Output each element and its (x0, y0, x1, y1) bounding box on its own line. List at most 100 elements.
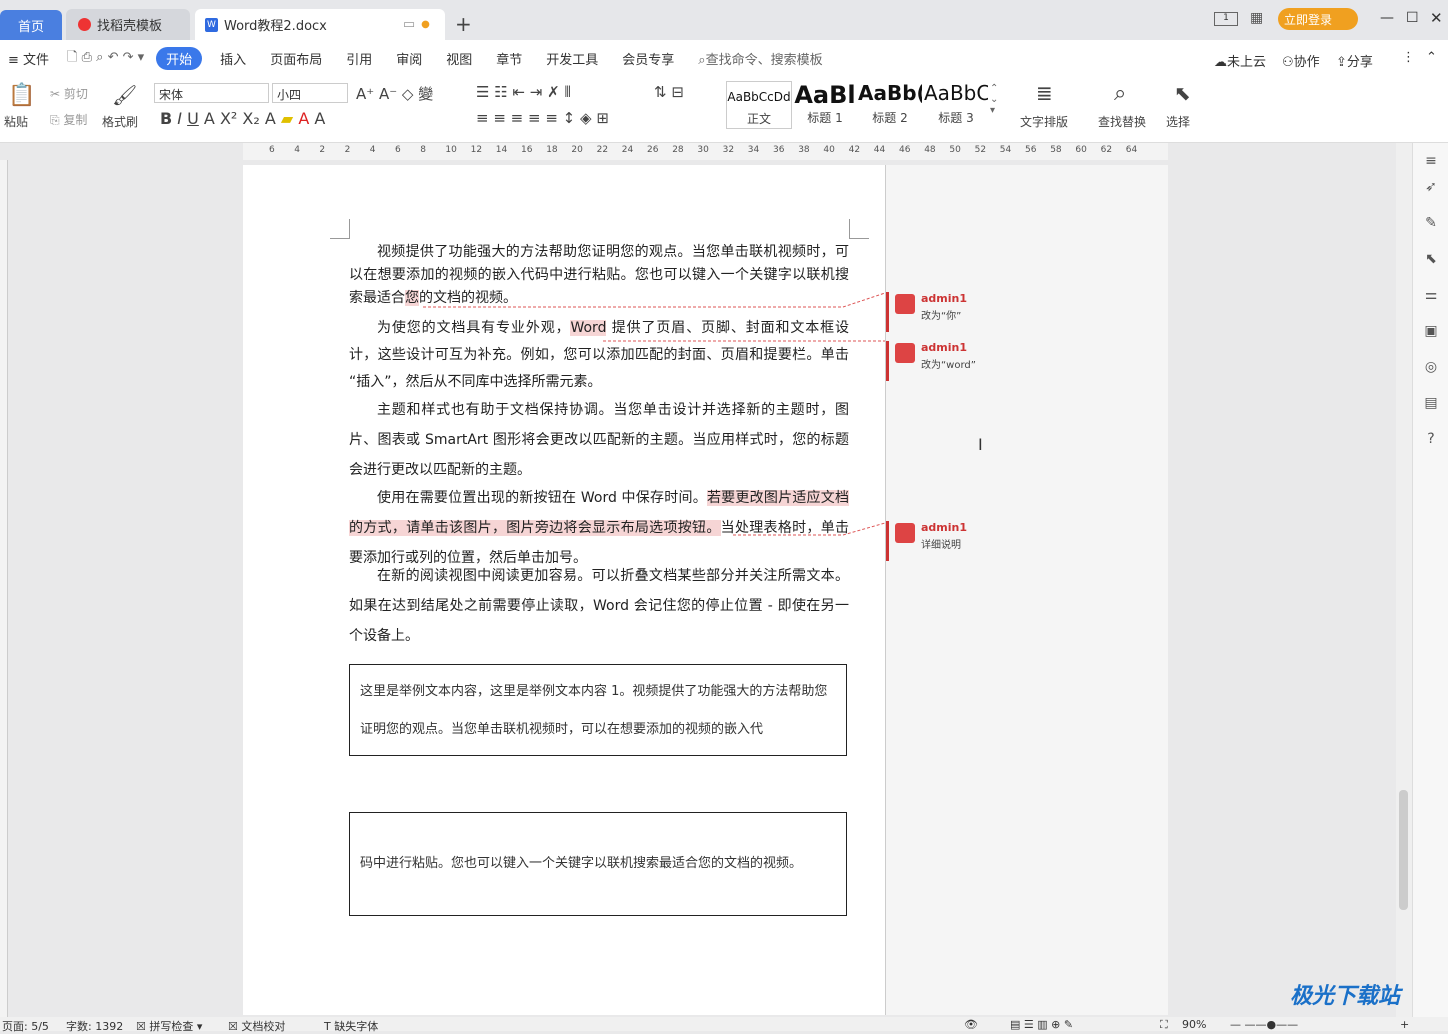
collab-button[interactable]: ⚇协作 (1282, 51, 1320, 70)
fit-icon[interactable]: ⛶ (1160, 1018, 1168, 1032)
style-normal[interactable]: AaBbCcDd 正文 (726, 81, 792, 129)
comment-card[interactable]: admin1 详细说明 (886, 521, 1166, 561)
scrollbar-thumb[interactable] (1399, 790, 1408, 910)
comment-card[interactable]: admin1 改为“你” (886, 292, 1166, 332)
minimize-icon[interactable]: — (1380, 10, 1394, 26)
new-tab-button[interactable]: + (455, 12, 472, 36)
unsaved-dot-icon: ● (421, 19, 430, 30)
ruler-tick: 20 (571, 145, 583, 155)
format-painter-button[interactable]: 格式刷 (102, 113, 138, 130)
text-box[interactable]: 这里是举例文本内容，这里是举例文本内容 1。视频提供了功能强大的方法帮助您证明您… (349, 664, 847, 756)
menu-chapter[interactable]: 章节 (496, 49, 522, 68)
menu-start[interactable]: 开始 (156, 47, 203, 70)
pointer-icon[interactable]: ⬉ (1423, 251, 1439, 267)
monitor-icon[interactable]: ▭ (403, 17, 415, 32)
text-layout-button[interactable]: 文字排版 (1020, 113, 1068, 130)
menu-file[interactable]: 文件 (23, 53, 49, 68)
find-icon[interactable]: ⌕ (1114, 81, 1126, 106)
paste-button[interactable]: 粘贴 (4, 113, 28, 130)
menu-references[interactable]: 引用 (346, 49, 372, 68)
ruler-tick: 38 (798, 145, 810, 155)
missing-font[interactable]: T 缺失字体 (324, 1018, 378, 1034)
document-page[interactable]: 视频提供了功能强大的方法帮助您证明您的观点。当您单击联机视频时，可以在想要添加的… (243, 165, 885, 1015)
font-style-buttons[interactable]: B I U A X² X₂ A ▰ A A (160, 109, 325, 128)
menu-page-layout[interactable]: 页面布局 (270, 49, 322, 68)
proofread[interactable]: ☒ 文档校对 (228, 1018, 285, 1034)
size-select[interactable]: 小四 (272, 83, 348, 103)
copy-button[interactable]: ⎘ 复制 (50, 111, 87, 128)
style-heading1[interactable]: AaBl 标题 1 (794, 81, 856, 129)
styles-scroll-icon[interactable]: ⌃ ⌄ ▾ (990, 83, 998, 116)
menu-view[interactable]: 视图 (446, 49, 472, 68)
tab-document[interactable]: W Word教程2.docx ▭ ● (195, 9, 445, 40)
select-button[interactable]: 选择 (1166, 113, 1190, 130)
cloud-button[interactable]: ☁未上云 (1214, 51, 1266, 70)
quick-access-icons[interactable]: 🗋 ⎙ ⌕ ↶ ↷ ▾ (67, 48, 144, 70)
search-placeholder: 查找命令、搜索模板 (705, 53, 823, 68)
sort-buttons[interactable]: ⇅ ⊟ (654, 83, 684, 101)
grid-icon[interactable]: ▦ (1250, 10, 1263, 26)
tab-template[interactable]: 找稻壳模板 (66, 9, 190, 40)
collapse-icon[interactable]: ⌃ (1426, 50, 1437, 65)
text-box[interactable]: 码中进行粘贴。您也可以键入一个关键字以联机搜索最适合您的文档的视频。 (349, 812, 847, 916)
format-painter-icon[interactable]: 🖌 (112, 83, 137, 107)
paste-icon[interactable]: 📋 (8, 83, 35, 108)
view-mode-icons[interactable]: ▤ ☰ ▥ ⊕ ✎ (1010, 1018, 1073, 1031)
spell-check[interactable]: ☒ 拼写检查 ▾ (136, 1018, 202, 1034)
tab-home[interactable]: 首页 (0, 10, 62, 41)
style-heading2[interactable]: AaBb(标题 2 (858, 81, 922, 129)
paragraph[interactable]: 在新的阅读视图中阅读更加容易。可以折叠文档某些部分并关注所需文本。如果在达到结尾… (349, 561, 849, 651)
style-heading3[interactable]: AaBbC 标题 3 (924, 81, 988, 129)
search-icon: ⌕ (698, 53, 706, 68)
ruler-tick: 10 (445, 145, 457, 155)
cursor-icon[interactable]: ⬉ (1174, 81, 1191, 105)
ruler-tick: 50 (949, 145, 961, 155)
align-buttons[interactable]: ≡ ≡ ≡ ≡ ≡ ↕ ◈ ⊞ (476, 109, 609, 127)
list-buttons[interactable]: ☰ ☷ ⇤ ⇥ ✗ ⫴ (476, 83, 571, 101)
comment-card[interactable]: admin1 改为“word” (886, 341, 1166, 381)
sliders-icon[interactable]: ⚌ (1423, 287, 1439, 303)
share-button[interactable]: ⇪分享 (1336, 51, 1373, 70)
font-select[interactable]: 宋体 (154, 83, 269, 103)
avatar (895, 343, 915, 363)
word-doc-icon: W (205, 17, 218, 32)
status-bar: 页面: 5/5 字数: 1392 ☒ 拼写检查 ▾ ☒ 文档校对 T 缺失字体 … (0, 1017, 1448, 1034)
menu-developer[interactable]: 开发工具 (546, 49, 598, 68)
zoom-in-icon[interactable]: + (1400, 1018, 1409, 1031)
close-icon[interactable]: ✕ (1430, 9, 1443, 27)
pen-icon[interactable]: ✎ (1423, 215, 1439, 231)
eye-icon[interactable]: 👁 (964, 1018, 978, 1031)
menu-review[interactable]: 审阅 (396, 49, 422, 68)
ruler-tick: 6 (269, 145, 275, 155)
login-button[interactable]: 立即登录 (1278, 8, 1358, 30)
zoom-slider[interactable]: — ——●—— (1230, 1018, 1298, 1031)
ruler-tick: 60 (1075, 145, 1087, 155)
horizontal-ruler[interactable]: 6 4 2 2 4 6 8 10 12 14 16 18 20 22 24 26 28 30 32 34 36 38 40 4… (243, 143, 1168, 160)
hamburger-icon[interactable]: ≡ 文件 (8, 49, 49, 68)
rocket-icon[interactable]: ➶ (1423, 179, 1439, 195)
page-indicator[interactable]: 页面: 5/5 (2, 1018, 49, 1034)
help-icon[interactable]: ? (1423, 431, 1439, 447)
missing-font-label: 缺失字体 (334, 1020, 379, 1033)
comment-author: admin1 (921, 521, 968, 534)
cut-button[interactable]: ✂ 剪切 (50, 85, 88, 102)
image-icon[interactable]: ▣ (1423, 323, 1439, 339)
maximize-icon[interactable]: ☐ (1406, 10, 1419, 26)
find-replace-button[interactable]: 查找替换 (1098, 113, 1146, 130)
book-icon[interactable]: ▤ (1423, 395, 1439, 411)
text-box-content: 码中进行粘贴。您也可以键入一个关键字以联机搜索最适合您的文档的视频。 (360, 856, 803, 871)
zoom-level[interactable]: 90% (1182, 1018, 1206, 1031)
comment-connectors (423, 292, 885, 536)
ruler-tick: 4 (369, 145, 376, 155)
search-command[interactable]: ⌕查找命令、搜索模板 (698, 49, 822, 68)
menu-member[interactable]: 会员专享 (622, 49, 674, 68)
menu-insert[interactable]: 插入 (220, 49, 246, 68)
menu-icon[interactable]: ≡ (1423, 153, 1439, 169)
ruler-tick: 8 (420, 145, 426, 155)
layout-icon[interactable]: 1 (1214, 12, 1238, 26)
text-layout-icon[interactable]: ≣ (1036, 81, 1053, 105)
word-count[interactable]: 字数: 1392 (66, 1018, 123, 1034)
font-grow-shrink-icons[interactable]: A⁺ A⁻ ◇ 變 (356, 83, 433, 104)
compass-icon[interactable]: ◎ (1423, 359, 1439, 375)
more-icon[interactable]: ⋮ (1402, 50, 1415, 65)
